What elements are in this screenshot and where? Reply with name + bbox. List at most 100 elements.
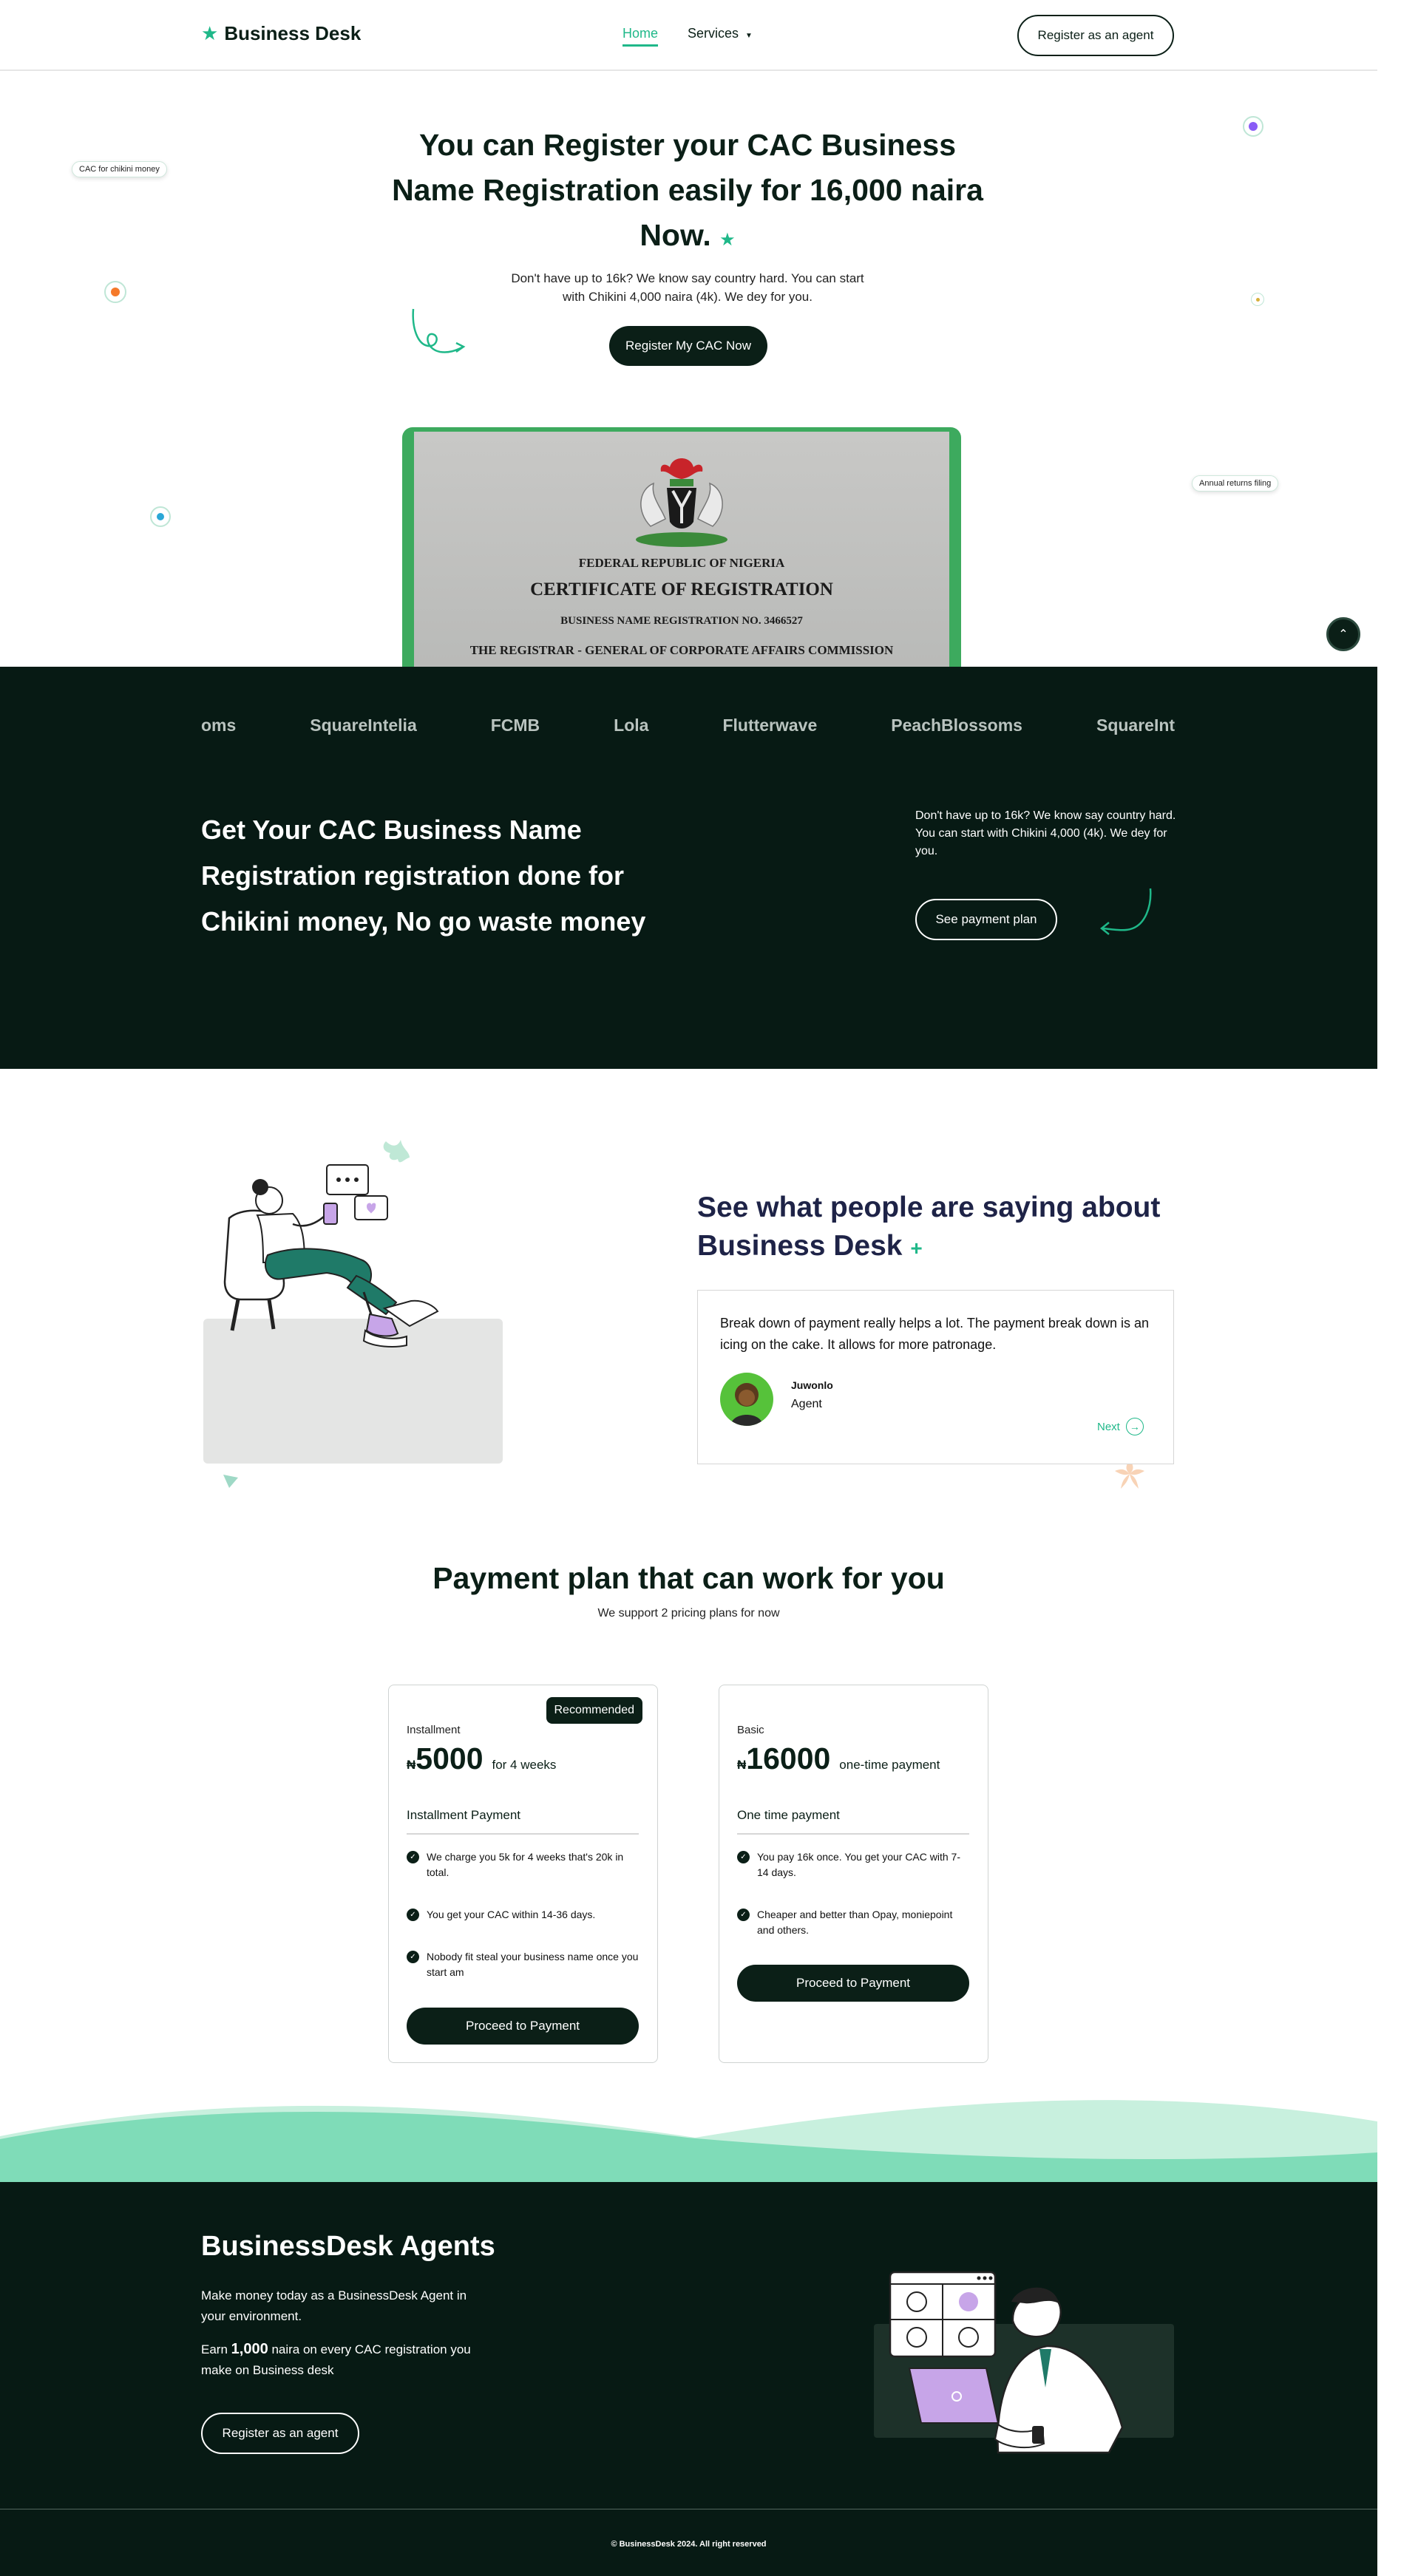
nav-link-services[interactable]: Services ▼ bbox=[688, 26, 753, 41]
agents-earn-paragraph: Earn 1,000 naira on every CAC registrati… bbox=[201, 2339, 475, 2381]
logo[interactable]: ★ Business Desk bbox=[201, 22, 361, 45]
promo-band: oms SquareIntelia FCMB Lola Flutterwave Peach… bbox=[0, 667, 1377, 1069]
pricing-card-basic: Basic ₦ 16000 one-time payment One time … bbox=[719, 1685, 988, 2063]
proceed-to-payment-button[interactable]: Proceed to Payment bbox=[407, 2008, 639, 2045]
agents-title: BusinessDesk Agents bbox=[201, 2231, 495, 2262]
partner-logo: Flutterwave bbox=[722, 716, 818, 735]
check-icon: ✓ bbox=[407, 1851, 419, 1863]
partner-logo: Lola bbox=[614, 716, 649, 735]
floating-dot-icon bbox=[1243, 116, 1263, 137]
logo-text: Business Desk bbox=[224, 22, 362, 44]
plan-feature-text: Nobody fit steal your business name once… bbox=[427, 1951, 639, 1978]
plan-type: Installment Payment bbox=[407, 1808, 639, 1835]
plan-period: one-time payment bbox=[839, 1758, 940, 1772]
certificate-line-1: FEDERAL REPUBLIC OF NIGERIA bbox=[578, 556, 785, 570]
plan-feature-text: Cheaper and better than Opay, moniepoint… bbox=[757, 1909, 953, 1936]
nav-services-label: Services bbox=[688, 26, 739, 41]
certificate-line-2: CERTIFICATE OF REGISTRATION bbox=[530, 580, 833, 599]
plan-type: One time payment bbox=[737, 1808, 969, 1835]
band-title: Get Your CAC Business Name Registration … bbox=[201, 815, 646, 937]
testimonial-name: Juwonlo bbox=[791, 1379, 833, 1391]
plan-period: for 4 weeks bbox=[492, 1758, 557, 1772]
woman-on-phone-illustration bbox=[223, 1140, 439, 1348]
check-icon: ✓ bbox=[407, 1951, 419, 1963]
page: ★ Business Desk Home Services ▼ Register… bbox=[0, 0, 1401, 2576]
testimonial-card: Break down of payment really helps a lot… bbox=[697, 1290, 1174, 1464]
certificate-image: FEDERAL REPUBLIC OF NIGERIA CERTIFICATE … bbox=[402, 427, 961, 667]
floating-dot-icon bbox=[104, 281, 126, 303]
main-content: ★ Business Desk Home Services ▼ Register… bbox=[0, 0, 1377, 2576]
band-subtitle: Don't have up to 16k? We know say countr… bbox=[915, 809, 1176, 857]
nav-link-home[interactable]: Home bbox=[623, 26, 659, 47]
next-label: Next bbox=[1097, 1420, 1120, 1433]
partner-logo: PeachBlossoms bbox=[891, 716, 1022, 735]
arrow-right-icon: → bbox=[1125, 1418, 1144, 1435]
triangle-icon bbox=[223, 1475, 238, 1488]
agents-paragraph: Make money today as a BusinessDesk Agent… bbox=[201, 2288, 467, 2323]
plan-feature-text: We charge you 5k for 4 weeks that's 20k … bbox=[427, 1851, 624, 1878]
check-icon: ✓ bbox=[407, 1909, 419, 1921]
floating-chip-cac: CAC for chikini money bbox=[72, 161, 167, 177]
plus-icon: + bbox=[910, 1237, 923, 1260]
proceed-to-payment-button[interactable]: Proceed to Payment bbox=[737, 1965, 969, 2002]
testimonials-title: See what people are saying about Busines… bbox=[697, 1189, 1185, 1268]
partner-logos-marquee: oms SquareIntelia FCMB Lola Flutterwave Peach… bbox=[201, 716, 1176, 745]
plan-feature-text: You pay 16k once. You get your CAC with … bbox=[757, 1851, 960, 1878]
testimonials-title-text: See what people are saying about Busines… bbox=[697, 1192, 1161, 1262]
check-icon: ✓ bbox=[737, 1909, 750, 1921]
chevron-down-icon: ▼ bbox=[745, 32, 753, 40]
avatar bbox=[720, 1373, 773, 1426]
floating-dot-icon bbox=[1251, 293, 1264, 306]
floating-dot-icon bbox=[150, 506, 171, 527]
right-margin bbox=[1377, 0, 1401, 2576]
hero-title: You can Register your CAC Business Name … bbox=[384, 123, 991, 262]
coat-of-arms-icon bbox=[636, 458, 727, 547]
partner-logo: FCMB bbox=[490, 716, 540, 735]
plan-name: Installment bbox=[407, 1724, 461, 1736]
star-icon: ★ bbox=[201, 22, 219, 44]
recommended-badge: Recommended bbox=[546, 1697, 642, 1724]
next-testimonial-button[interactable]: Next → bbox=[1097, 1418, 1144, 1435]
plan-feature: ✓ Cheaper and better than Opay, moniepoin… bbox=[737, 1907, 969, 1938]
navbar: ★ Business Desk Home Services ▼ Register… bbox=[0, 0, 1377, 71]
partner-logo: SquareIntelia bbox=[310, 716, 417, 735]
pricing-subtitle: We support 2 pricing plans for now bbox=[597, 1607, 780, 1620]
register-agent-button[interactable]: Register as an agent bbox=[1017, 15, 1174, 56]
currency-symbol: ₦ bbox=[407, 1758, 416, 1772]
plan-feature: ✓ We charge you 5k for 4 weeks that's 20k… bbox=[407, 1849, 639, 1880]
chevrons-up-icon: ⌃ bbox=[1338, 628, 1349, 641]
hero-title-text: You can Register your CAC Business Name … bbox=[392, 128, 983, 252]
curly-arrow-icon bbox=[1099, 888, 1152, 935]
partner-logo: SquareIntel bbox=[1096, 716, 1176, 735]
certificate-line-3: BUSINESS NAME REGISTRATION NO. 3466527 bbox=[560, 615, 803, 627]
currency-symbol: ₦ bbox=[737, 1758, 747, 1772]
register-agent-button-footer[interactable]: Register as an agent bbox=[201, 2413, 359, 2454]
certificate-line-4: THE REGISTRAR - GENERAL OF CORPORATE AFF… bbox=[469, 643, 894, 657]
plan-price: ₦ 5000 for 4 weeks bbox=[407, 1741, 556, 1776]
check-icon: ✓ bbox=[737, 1851, 750, 1863]
pricing-title: Payment plan that can work for you bbox=[432, 1561, 945, 1595]
scroll-to-top-button[interactable]: ⌃ bbox=[1326, 617, 1360, 651]
agent-laptop-illustration bbox=[889, 2271, 1124, 2454]
testimonial-quote: Break down of payment really helps a lot… bbox=[720, 1316, 1149, 1352]
plan-feature: ✓ You pay 16k once. You get your CAC with… bbox=[737, 1849, 969, 1880]
plan-feature: ✓ You get your CAC within 14-36 days. bbox=[407, 1907, 639, 1923]
see-payment-plan-button[interactable]: See payment plan bbox=[915, 899, 1057, 940]
pricing-card-installment: Recommended Installment ₦ 5000 for 4 wee… bbox=[388, 1685, 658, 2063]
register-cac-button[interactable]: Register My CAC Now bbox=[609, 326, 767, 366]
footer: BusinessDesk Agents Make money today as … bbox=[0, 2182, 1377, 2576]
copyright: © BusinessDesk 2024. All right reserved bbox=[611, 2540, 767, 2549]
curly-arrow-icon bbox=[412, 308, 466, 353]
hero-subtitle: Don't have up to 16k? We know say countr… bbox=[511, 271, 864, 304]
earn-prefix: Earn bbox=[201, 2342, 228, 2356]
plan-feature: ✓ Nobody fit steal your business name onc… bbox=[407, 1949, 639, 1980]
plan-feature-text: You get your CAC within 14-36 days. bbox=[427, 1909, 596, 1920]
plan-price: ₦ 16000 one-time payment bbox=[737, 1741, 940, 1776]
testimonial-role: Agent bbox=[791, 1398, 822, 1410]
plan-amount: 5000 bbox=[415, 1741, 484, 1775]
plan-amount: 16000 bbox=[746, 1741, 831, 1775]
earn-amount: 1,000 bbox=[231, 2341, 268, 2357]
wave-divider bbox=[0, 2100, 1377, 2185]
plan-name: Basic bbox=[737, 1724, 764, 1736]
floating-chip-annual-returns: Annual returns filing bbox=[1192, 475, 1279, 492]
